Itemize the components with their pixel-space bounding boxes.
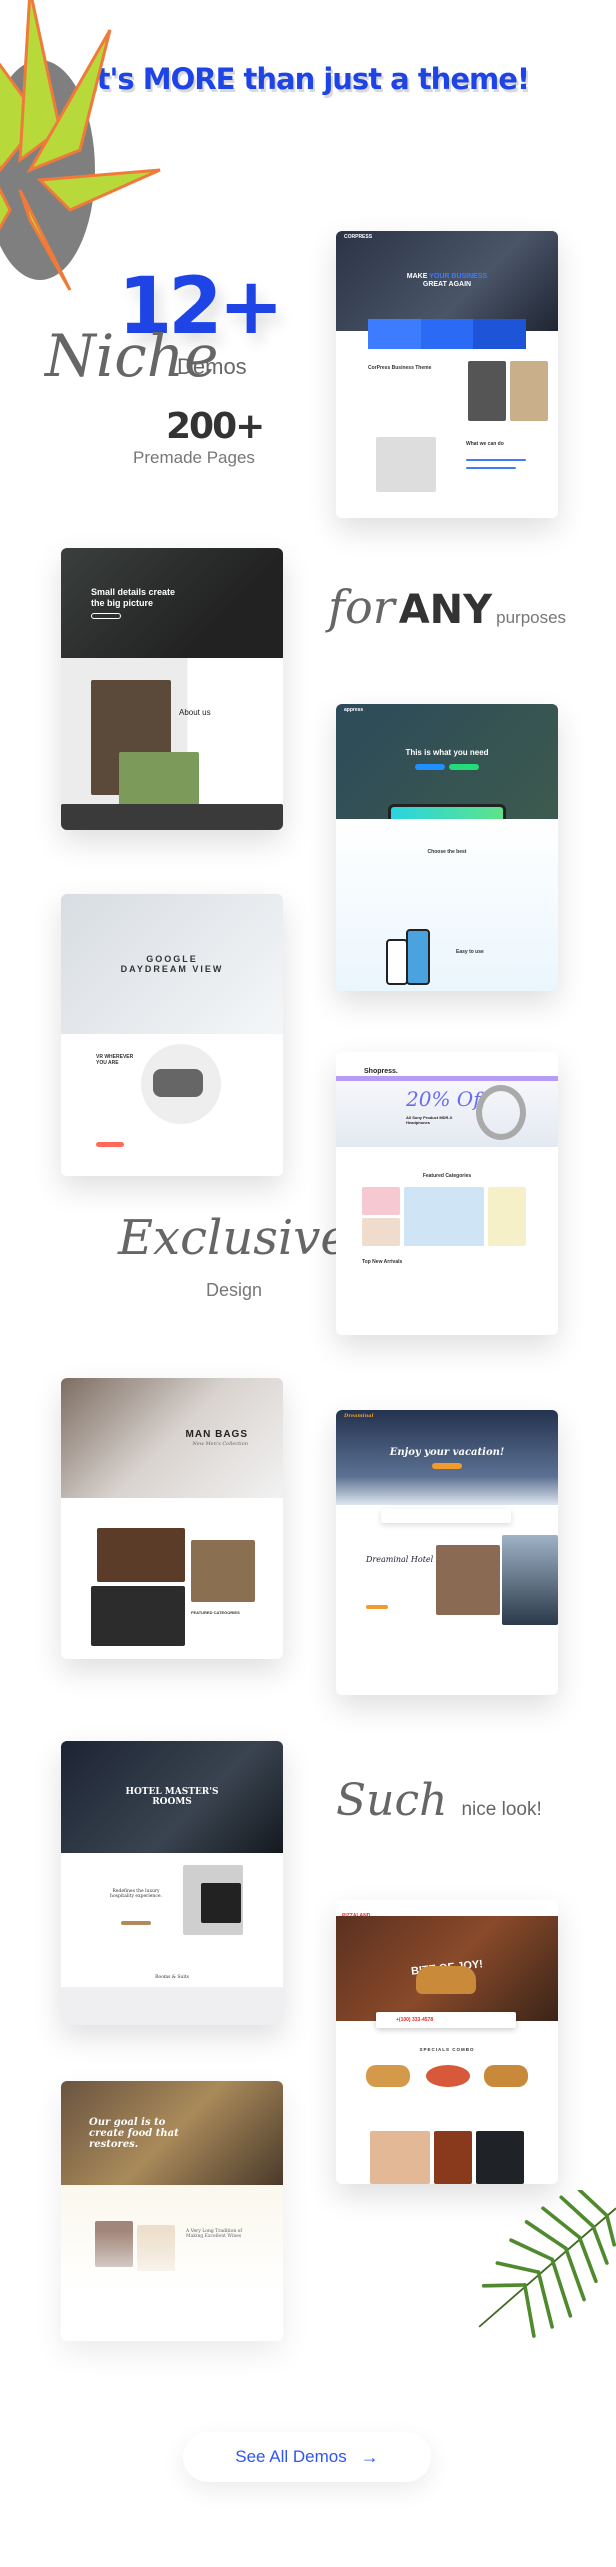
product-text: All Sony Product MDR-X Headphones	[406, 1115, 453, 1125]
hero-text: GOOGLE DAYDREAM VIEW	[120, 953, 224, 974]
demo-card-fashion[interactable]: MAN BAGS New Men's Collection FEATURED C…	[61, 1378, 283, 1659]
section-title: Redefines the luxury hospitality experie…	[110, 1889, 162, 1899]
see-all-demos-label: See All Demos	[235, 2447, 347, 2466]
demo-card-agency[interactable]: Small details create the big picture Abo…	[61, 548, 283, 830]
section-title: Rooms & Suits	[155, 1975, 189, 1980]
demo-card-hotel[interactable]: HOTEL MASTER'S ROOMS Redefines the luxur…	[61, 1741, 283, 2025]
see-all-demos-button[interactable]: See All Demos →	[183, 2432, 431, 2482]
demo-card-restaurant[interactable]: Our goal is to create food that restores…	[61, 2081, 283, 2341]
demo-card-shop[interactable]: Shopress. 20% Off All Sony Product MDR-X…	[336, 1052, 558, 1335]
hero-subtext: New Men's Collection	[192, 1440, 248, 1447]
hero-text-line2: GREAT AGAIN	[422, 281, 472, 288]
section-title: Easy to use	[456, 949, 484, 955]
section-title: VR WHEREVER YOU ARE	[96, 1054, 134, 1066]
arrow-right-icon: →	[360, 2446, 379, 2467]
design-text: Design	[206, 1280, 263, 1300]
palm-leaf-image	[478, 2190, 616, 2338]
any-text: ANY	[398, 587, 493, 633]
demo-card-app[interactable]: appress This is what you need Choose the…	[336, 704, 558, 991]
demo-card-vr[interactable]: GOOGLE DAYDREAM VIEW VR WHEREVER YOU ARE	[61, 894, 283, 1176]
hero-text: HOTEL MASTER'S ROOMS	[125, 1786, 219, 1807]
section-title: Choose the best	[427, 849, 467, 855]
demo-logo: appress	[344, 707, 364, 713]
pages-count: 200+	[166, 406, 265, 447]
section-title: Top New Arrivals	[362, 1259, 403, 1265]
for-any-purposes: for ANY purposes	[328, 580, 566, 634]
such-script: Such	[336, 1775, 448, 1826]
promo-text: 20% Off	[406, 1087, 488, 1111]
hero-text: MAKE	[406, 272, 430, 280]
section-title: SPECIALS COMBO	[419, 2047, 475, 2052]
demo-card-business[interactable]: CORPRESS MAKE YOUR BUSINESS GREAT AGAIN C…	[336, 231, 558, 518]
demo-logo: Shopress.	[364, 1068, 398, 1075]
demo-logo: Dreaminal	[344, 1413, 374, 1419]
purposes-text: purposes	[496, 608, 567, 627]
demos-label: Demos	[177, 354, 247, 379]
hero-text: This is what you need	[405, 747, 489, 757]
hero-text: Enjoy your vacation!	[389, 1446, 505, 1458]
section-title: About us	[179, 708, 211, 717]
demo-card-resort[interactable]: Dreaminal Enjoy your vacation! Dreaminal…	[336, 1410, 558, 1695]
section-title: Featured Categories	[422, 1173, 472, 1179]
hero-text: Small details create the big picture	[91, 587, 176, 608]
such-nice-look: Such nice look!	[336, 1775, 542, 1826]
hero-text: Our goal is to create food that restores…	[89, 2116, 179, 2150]
hero-text-accent: YOUR BUSINESS	[429, 272, 488, 280]
for-script: for	[328, 580, 395, 634]
section-title: FEATURED CATEGORIES	[191, 1610, 240, 1615]
section-title: Dreaminal Hotel	[366, 1555, 434, 1564]
succulent-plant-image	[0, 0, 161, 291]
exclusive-script: Exclusive	[118, 1210, 349, 1266]
pages-label: Premade Pages	[133, 448, 255, 467]
hero-text: MAN BAGS	[185, 1429, 248, 1441]
section-title: What we can do	[466, 441, 504, 447]
demo-card-food[interactable]: PIZZALAND BITE OF JOY! +(100) 333-4578 S…	[336, 1900, 558, 2184]
demo-logo: CORPRESS	[344, 234, 373, 240]
section-title: CorPress Business Theme	[368, 365, 432, 371]
nice-look-text: nice look!	[461, 1799, 542, 1820]
